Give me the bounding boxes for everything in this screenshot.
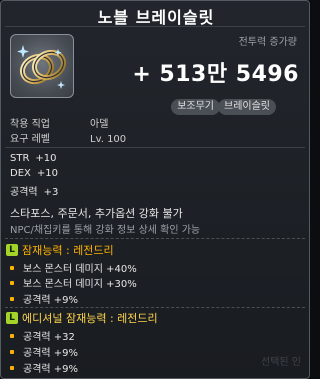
combat-power-value: + 513만 5496 <box>132 62 299 87</box>
stat-attack: 공격력 +3 <box>10 183 58 198</box>
stat-label: 공격력 <box>10 187 38 198</box>
potential-line-text: 공격력 +9% <box>23 295 79 306</box>
potential-header-label: 잠재능력 : 레전드리 <box>22 244 114 257</box>
additional-potential-header-label: 에디셔널 잠재능력 : 레전드리 <box>22 312 158 325</box>
background-ghost-text: 선택된 인 <box>261 357 301 368</box>
stat-value: +10 <box>35 153 57 164</box>
requirement-label: 착용 직업 <box>10 119 50 130</box>
stat-str: STR +10 <box>10 153 57 164</box>
item-icon-frame <box>10 34 74 98</box>
section-divider <box>5 147 305 148</box>
stat-label: DEX <box>10 168 31 179</box>
combat-power-label: 전투력 증가량 <box>238 37 297 48</box>
tag-bracelet: 브레이슬릿 <box>218 99 276 115</box>
potential-line-text: 보스 몬스터 데미지 +30% <box>23 279 137 290</box>
stat-label: STR <box>10 153 30 164</box>
additional-potential-line: 공격력 +32 <box>10 328 75 343</box>
potential-line-text: 보스 몬스터 데미지 +40% <box>23 264 137 275</box>
additional-potential-line-text: 공격력 +9% <box>23 364 79 375</box>
item-title: 노블 브레이슬릿 <box>97 8 215 27</box>
potential-line: 공격력 +9% <box>10 291 78 306</box>
potential-divider <box>5 238 305 239</box>
requirement-label: 요구 레벨 <box>10 134 50 145</box>
requirement-level: 요구 레벨 Lv. 100 <box>10 130 126 145</box>
requirement-job: 착용 직업 아델 <box>10 115 108 130</box>
additional-potential-line-text: 공격력 +9% <box>23 348 79 359</box>
stat-value: +10 <box>36 168 58 179</box>
legendary-grade-icon: L <box>6 244 18 256</box>
additional-potential-divider <box>5 307 305 308</box>
bullet-icon <box>10 265 14 270</box>
ring-icon <box>17 45 67 89</box>
stat-value: +3 <box>43 187 59 198</box>
bullet-icon <box>10 296 14 301</box>
bullet-icon <box>10 280 14 285</box>
additional-potential-line-text: 공격력 +32 <box>23 332 75 343</box>
potential-header: L 잠재능력 : 레전드리 <box>6 242 114 258</box>
bullet-icon <box>10 333 14 338</box>
enhance-notice-sub: NPC/채집키를 통해 강화 정보 상세 확인 가능 <box>10 225 201 236</box>
potential-line: 보스 몬스터 데미지 +40% <box>10 260 137 275</box>
potential-line: 보스 몬스터 데미지 +30% <box>10 275 137 290</box>
tag-secondary-weapon: 보조무기 <box>171 99 220 115</box>
bullet-icon <box>10 365 14 370</box>
stat-dex: DEX +10 <box>10 168 58 179</box>
additional-potential-line: 공격력 +9% <box>10 360 78 375</box>
title-divider <box>5 26 305 27</box>
additional-potential-header: L 에디셔널 잠재능력 : 레전드리 <box>6 310 158 326</box>
requirement-value: 아델 <box>90 119 109 130</box>
additional-potential-line: 공격력 +9% <box>10 344 78 359</box>
item-tooltip: 노블 브레이슬릿 전투력 증가량 + 513만 5496 보조무기 브레이슬릿 … <box>0 0 310 379</box>
enhance-notice: 스타포스, 주문서, 추가옵션 강화 불가 <box>10 207 183 220</box>
legendary-grade-icon: L <box>6 312 18 324</box>
bullet-icon <box>10 349 14 354</box>
requirement-value: Lv. 100 <box>90 134 127 145</box>
